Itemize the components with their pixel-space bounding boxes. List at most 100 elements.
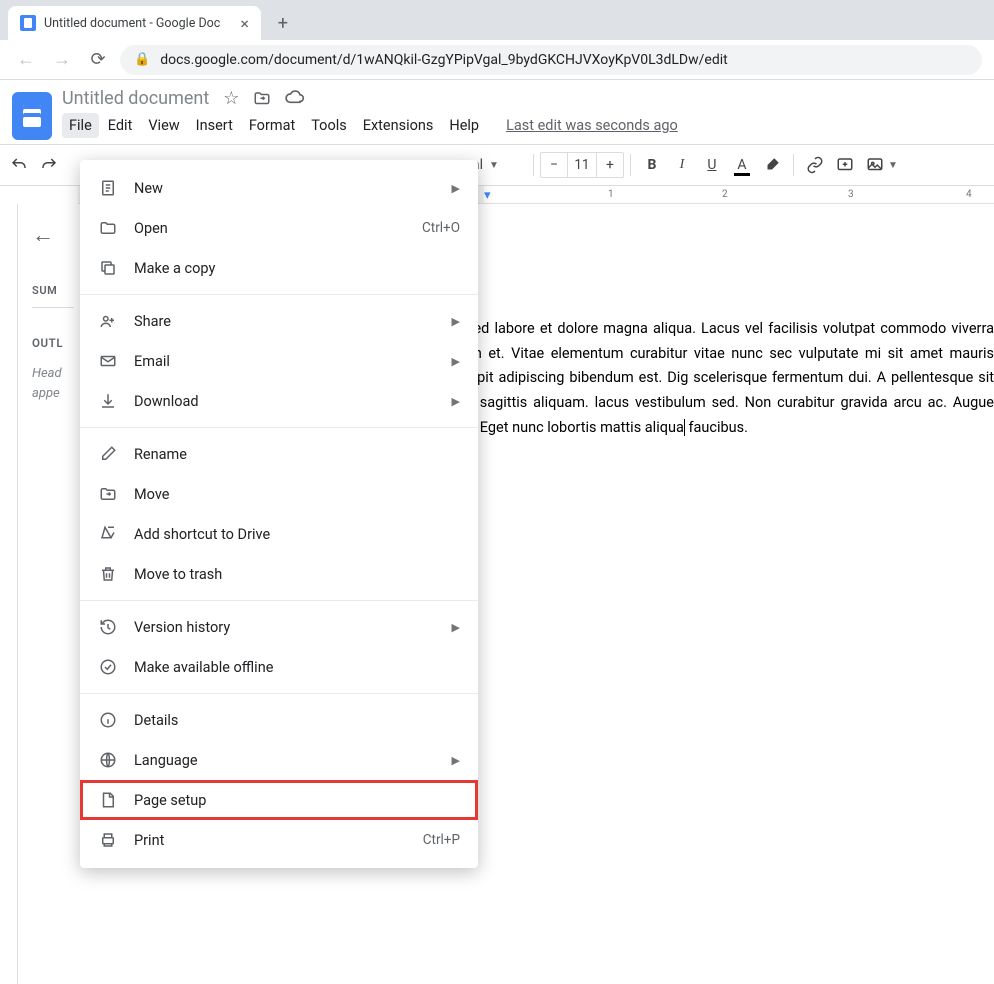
text-color-button[interactable]: A <box>727 150 757 180</box>
submenu-arrow-icon: ▶ <box>452 355 460 368</box>
menu-open[interactable]: Open Ctrl+O <box>80 208 478 248</box>
menu-language[interactable]: Language ▶ <box>80 740 478 780</box>
summary-label: SUM <box>32 284 74 297</box>
menu-print[interactable]: Print Ctrl+P <box>80 820 478 860</box>
menu-edit[interactable]: Edit <box>101 113 140 138</box>
ruler-tick: 4 <box>966 189 972 200</box>
browser-tab-strip: Untitled document - Google Doc × + <box>0 0 994 40</box>
menu-rename[interactable]: Rename <box>80 434 478 474</box>
offline-icon <box>98 657 118 677</box>
separator <box>533 154 534 176</box>
menu-view[interactable]: View <box>141 113 186 138</box>
menu-offline[interactable]: Make available offline <box>80 647 478 687</box>
menu-file[interactable]: File <box>62 113 99 138</box>
menu-make-copy[interactable]: Make a copy <box>80 248 478 288</box>
docs-favicon <box>20 15 36 31</box>
font-dropdown-caret[interactable]: ▼ <box>489 160 499 171</box>
document-icon <box>98 178 118 198</box>
star-icon[interactable]: ☆ <box>223 88 239 109</box>
redo-button[interactable] <box>34 150 64 180</box>
menu-download[interactable]: Download ▶ <box>80 381 478 421</box>
doc-title[interactable]: Untitled document <box>62 88 209 109</box>
highlight-button[interactable] <box>757 150 787 180</box>
trash-icon <box>98 564 118 584</box>
reload-button[interactable]: ⟳ <box>84 46 112 74</box>
page-icon <box>98 790 118 810</box>
url-field[interactable]: 🔒 docs.google.com/document/d/1wANQkil-Gz… <box>120 45 982 75</box>
menu-share[interactable]: Share ▶ <box>80 301 478 341</box>
increase-font-button[interactable]: + <box>597 153 623 177</box>
folder-icon <box>98 218 118 238</box>
submenu-arrow-icon: ▶ <box>452 754 460 767</box>
menu-extensions[interactable]: Extensions <box>356 113 441 138</box>
font-size-control: − 11 + <box>540 152 624 178</box>
outline-hint: Headappe <box>32 364 74 403</box>
menu-email[interactable]: Email ▶ <box>80 341 478 381</box>
menu-help[interactable]: Help <box>442 113 486 138</box>
move-folder-icon <box>98 484 118 504</box>
address-bar: ← → ⟳ 🔒 docs.google.com/document/d/1wANQ… <box>0 40 994 80</box>
docs-header: Untitled document ☆ File Edit View Inser… <box>0 80 994 140</box>
separator <box>630 154 631 176</box>
info-icon <box>98 710 118 730</box>
insert-link-button[interactable] <box>800 150 830 180</box>
underline-button[interactable]: U <box>697 150 727 180</box>
shortcut-label: Ctrl+P <box>423 832 460 848</box>
menu-trash[interactable]: Move to trash <box>80 554 478 594</box>
menu-details[interactable]: Details <box>80 700 478 740</box>
menu-version-history[interactable]: Version history ▶ <box>80 607 478 647</box>
drive-shortcut-icon <box>98 524 118 544</box>
menu-separator <box>80 294 478 295</box>
file-menu-dropdown: New ▶ Open Ctrl+O Make a copy Share ▶ Em… <box>80 160 478 868</box>
lock-icon: 🔒 <box>134 52 150 67</box>
sidebar-back-icon[interactable]: ← <box>32 222 74 248</box>
last-edit-link[interactable]: Last edit was seconds ago <box>506 117 678 134</box>
vertical-ruler[interactable] <box>0 204 18 984</box>
cloud-status-icon[interactable] <box>285 89 305 109</box>
menu-add-shortcut[interactable]: Add shortcut to Drive <box>80 514 478 554</box>
menu-separator <box>80 427 478 428</box>
history-icon <box>98 617 118 637</box>
menu-page-setup[interactable]: Page setup <box>80 780 478 820</box>
print-icon <box>98 830 118 850</box>
browser-tab[interactable]: Untitled document - Google Doc × <box>8 6 261 40</box>
back-button[interactable]: ← <box>12 46 40 74</box>
add-comment-button[interactable] <box>830 150 860 180</box>
separator <box>793 154 794 176</box>
undo-button[interactable] <box>4 150 34 180</box>
globe-icon <box>98 750 118 770</box>
menu-new[interactable]: New ▶ <box>80 168 478 208</box>
copy-icon <box>98 258 118 278</box>
forward-button[interactable]: → <box>48 46 76 74</box>
url-text: docs.google.com/document/d/1wANQkil-GzgY… <box>160 52 728 68</box>
docs-app-icon[interactable] <box>12 92 52 140</box>
decrease-font-button[interactable]: − <box>541 153 567 177</box>
font-size-value[interactable]: 11 <box>567 153 597 177</box>
ruler-tick: 1 <box>608 189 614 200</box>
image-dropdown-caret[interactable]: ▼ <box>888 160 898 171</box>
download-icon <box>98 391 118 411</box>
submenu-arrow-icon: ▶ <box>452 315 460 328</box>
menu-move[interactable]: Move <box>80 474 478 514</box>
new-tab-button[interactable]: + <box>269 9 297 37</box>
divider <box>32 307 74 308</box>
insert-image-button[interactable] <box>860 150 890 180</box>
menu-bar: File Edit View Insert Format Tools Exten… <box>62 113 678 138</box>
submenu-arrow-icon: ▶ <box>452 182 460 195</box>
bold-button[interactable]: B <box>637 150 667 180</box>
ruler-tick: 2 <box>722 189 728 200</box>
email-icon <box>98 351 118 371</box>
menu-format[interactable]: Format <box>242 113 302 138</box>
menu-insert[interactable]: Insert <box>189 113 240 138</box>
italic-button[interactable]: I <box>667 150 697 180</box>
outline-label: OUTL <box>32 336 74 350</box>
outline-sidebar: ← SUM OUTL Headappe <box>18 204 78 984</box>
close-tab-icon[interactable]: × <box>228 14 249 33</box>
menu-tools[interactable]: Tools <box>304 113 354 138</box>
menu-separator <box>80 600 478 601</box>
menu-separator <box>80 693 478 694</box>
submenu-arrow-icon: ▶ <box>452 395 460 408</box>
ruler-tick: 3 <box>848 189 854 200</box>
move-to-folder-icon[interactable] <box>253 90 271 108</box>
indent-marker-icon[interactable]: ▾ <box>484 188 491 203</box>
